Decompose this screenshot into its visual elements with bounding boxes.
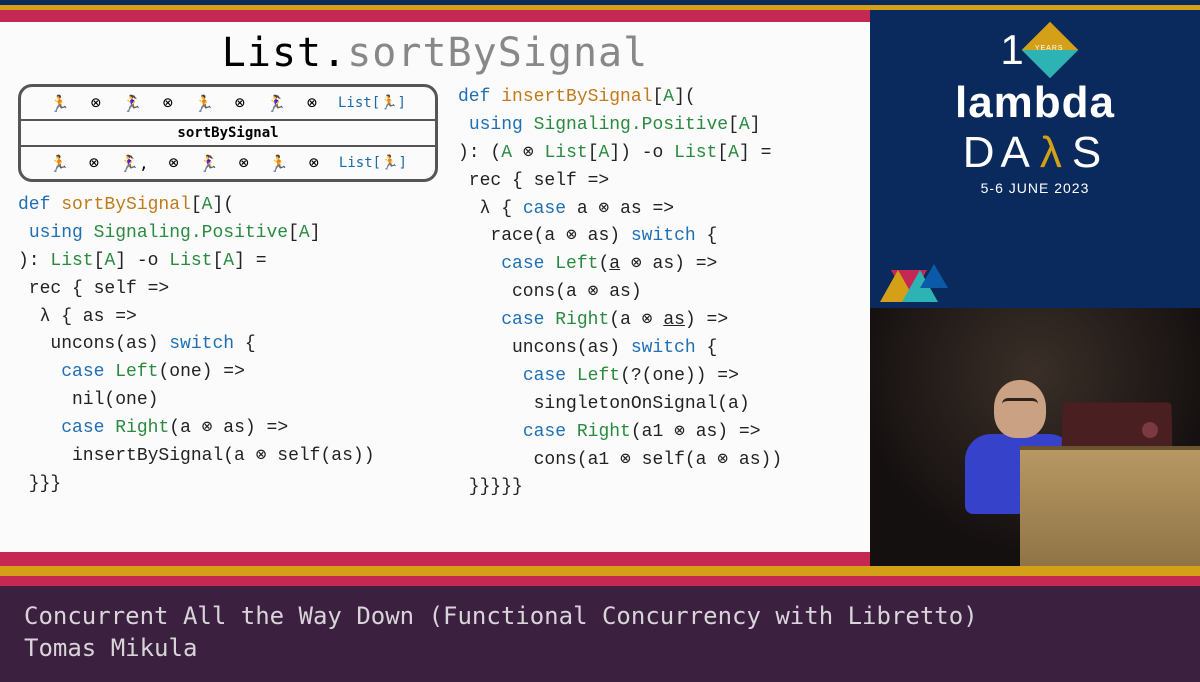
stripe-pink (0, 576, 1200, 586)
conference-branding: 1 YEARS lambda DAλS 5-6 JUNE 2023 (870, 10, 1200, 308)
list-label-top: List[🏃‍] (338, 95, 406, 111)
podium (1020, 446, 1200, 566)
presentation-slide: List.sortBySignal 🏃⊗ 🏃‍♀️⊗ 🏃⊗ 🏃‍♀️⊗ List… (0, 22, 870, 552)
brand-days: DAλS (880, 128, 1190, 178)
ten-years-logo: 1 YEARS (880, 26, 1190, 74)
stripe-gold (0, 566, 1200, 576)
code-right: def insertBySignal[A]( using Signaling.P… (458, 84, 852, 502)
conference-date: 5-6 JUNE 2023 (880, 180, 1190, 196)
brand-word: lambda (880, 78, 1190, 128)
speaker-camera (870, 308, 1200, 566)
list-label-bottom: List[🏃‍] (339, 155, 407, 171)
speaker-name: Tomas Mikula (24, 632, 1176, 664)
right-column: def insertBySignal[A]( using Signaling.P… (458, 84, 852, 502)
title-prefix: List. (222, 30, 347, 76)
slide-title: List.sortBySignal (18, 30, 852, 76)
years-badge: YEARS (1035, 45, 1064, 52)
talk-caption: Concurrent All the Way Down (Functional … (0, 586, 1200, 682)
talk-title: Concurrent All the Way Down (Functional … (24, 600, 1176, 632)
sort-diagram: 🏃⊗ 🏃‍♀️⊗ 🏃⊗ 🏃‍♀️⊗ List[🏃‍] sortBySignal … (18, 84, 438, 182)
right-sidebar: 1 YEARS lambda DAλS 5-6 JUNE 2023 (870, 10, 1200, 566)
top-stripe (0, 0, 1200, 10)
lambda-icon: λ (1040, 128, 1068, 178)
diagram-bottom-row: 🏃⊗ 🏃‍♀️,⊗ 🏃‍♀️⊗ 🏃⊗ List[🏃‍] (21, 145, 435, 179)
code-left: def sortBySignal[A]( using Signaling.Pos… (18, 192, 438, 499)
main-stage: List.sortBySignal 🏃⊗ 🏃‍♀️⊗ 🏃⊗ 🏃‍♀️⊗ List… (0, 10, 1200, 566)
diamond-icon: YEARS (1021, 22, 1078, 79)
diagram-top-row: 🏃⊗ 🏃‍♀️⊗ 🏃⊗ 🏃‍♀️⊗ List[🏃‍] (21, 87, 435, 121)
left-column: 🏃⊗ 🏃‍♀️⊗ 🏃⊗ 🏃‍♀️⊗ List[🏃‍] sortBySignal … (18, 84, 438, 502)
title-suffix: sortBySignal (347, 30, 648, 76)
triangles-decoration (880, 242, 970, 302)
diagram-mid-label: sortBySignal (21, 121, 435, 145)
